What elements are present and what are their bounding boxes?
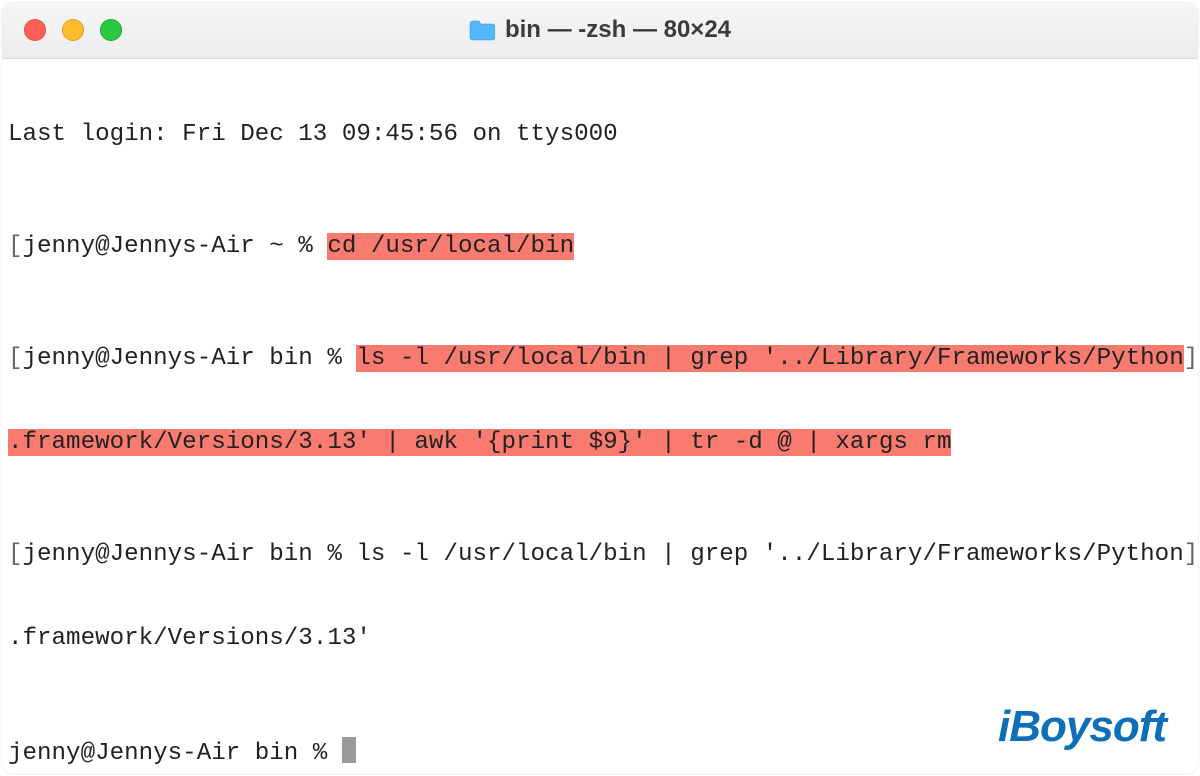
cmd-highlight: ls -l /usr/local/bin | grep '../Library/… xyxy=(356,345,1183,372)
minimize-icon[interactable] xyxy=(62,19,84,41)
terminal-window: bin — -zsh — 80×24 Last login: Fri Dec 1… xyxy=(2,2,1198,774)
cmd-line-2a: [jenny@Jennys-Air bin % ls -l /usr/local… xyxy=(8,345,1192,373)
cmd-text: ls -l /usr/local/bin | grep '../Library/… xyxy=(356,541,1183,568)
prompt: jenny@Jennys-Air bin % xyxy=(23,541,357,568)
prompt: jenny@Jennys-Air bin % xyxy=(23,345,357,372)
cmd-line-2b: .framework/Versions/3.13' | awk '{print … xyxy=(8,429,1192,457)
cmd-highlight: .framework/Versions/3.13' | awk '{print … xyxy=(8,429,951,456)
prompt: jenny@Jennys-Air ~ % xyxy=(23,233,328,260)
login-line: Last login: Fri Dec 13 09:45:56 on ttys0… xyxy=(8,121,1192,149)
terminal-output[interactable]: Last login: Fri Dec 13 09:45:56 on ttys0… xyxy=(2,59,1198,774)
cmd-line-3a: [jenny@Jennys-Air bin % ls -l /usr/local… xyxy=(8,541,1192,569)
watermark-logo: iBoysoft xyxy=(998,702,1166,752)
zoom-icon[interactable] xyxy=(100,19,122,41)
prompt: jenny@Jennys-Air bin % xyxy=(8,740,342,767)
close-icon[interactable] xyxy=(24,19,46,41)
cmd-highlight: cd /usr/local/bin xyxy=(327,233,574,260)
traffic-lights xyxy=(24,19,122,41)
titlebar: bin — -zsh — 80×24 xyxy=(2,2,1198,59)
cmd-text: .framework/Versions/3.13' xyxy=(8,625,371,652)
window-title: bin — -zsh — 80×24 xyxy=(505,16,731,44)
folder-icon xyxy=(469,19,495,41)
title-center: bin — -zsh — 80×24 xyxy=(2,16,1198,44)
cursor-icon xyxy=(342,737,356,763)
cmd-line-3b: .framework/Versions/3.13' xyxy=(8,625,1192,653)
cmd-line-1: [jenny@Jennys-Air ~ % cd /usr/local/bin xyxy=(8,233,1192,261)
